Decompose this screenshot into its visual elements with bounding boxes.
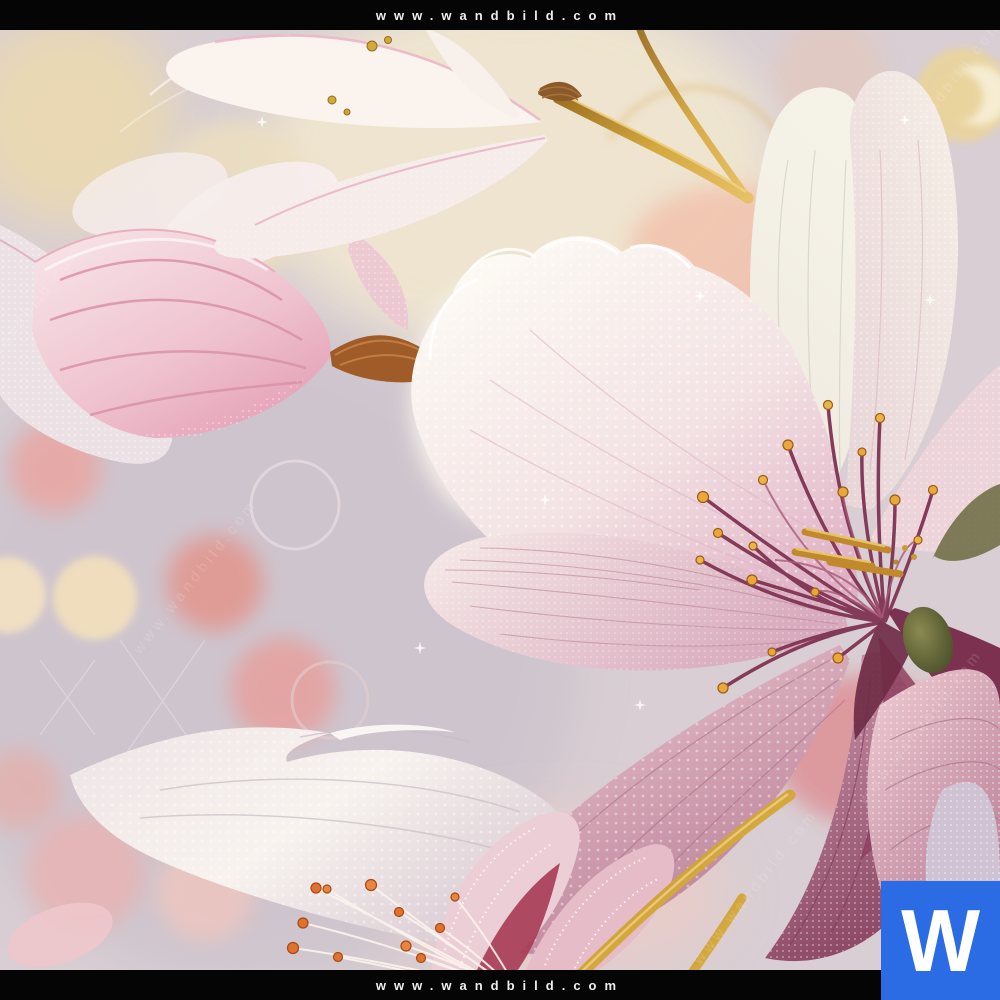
bottom-domain-bar: www.wandbild.com: [0, 970, 1000, 1000]
bottom-domain-text: www.wandbild.com: [376, 978, 624, 993]
product-image: www.wandbild.com www.wandbild.com www.wa…: [0, 0, 1000, 1000]
wandbild-logo: W: [881, 881, 1000, 1000]
wandbild-logo-letter: W: [901, 897, 980, 985]
top-domain-text: www.wandbild.com: [376, 8, 624, 23]
top-domain-bar: www.wandbild.com: [0, 0, 1000, 30]
flower-artwork: www.wandbild.com www.wandbild.com www.wa…: [0, 0, 1000, 1000]
